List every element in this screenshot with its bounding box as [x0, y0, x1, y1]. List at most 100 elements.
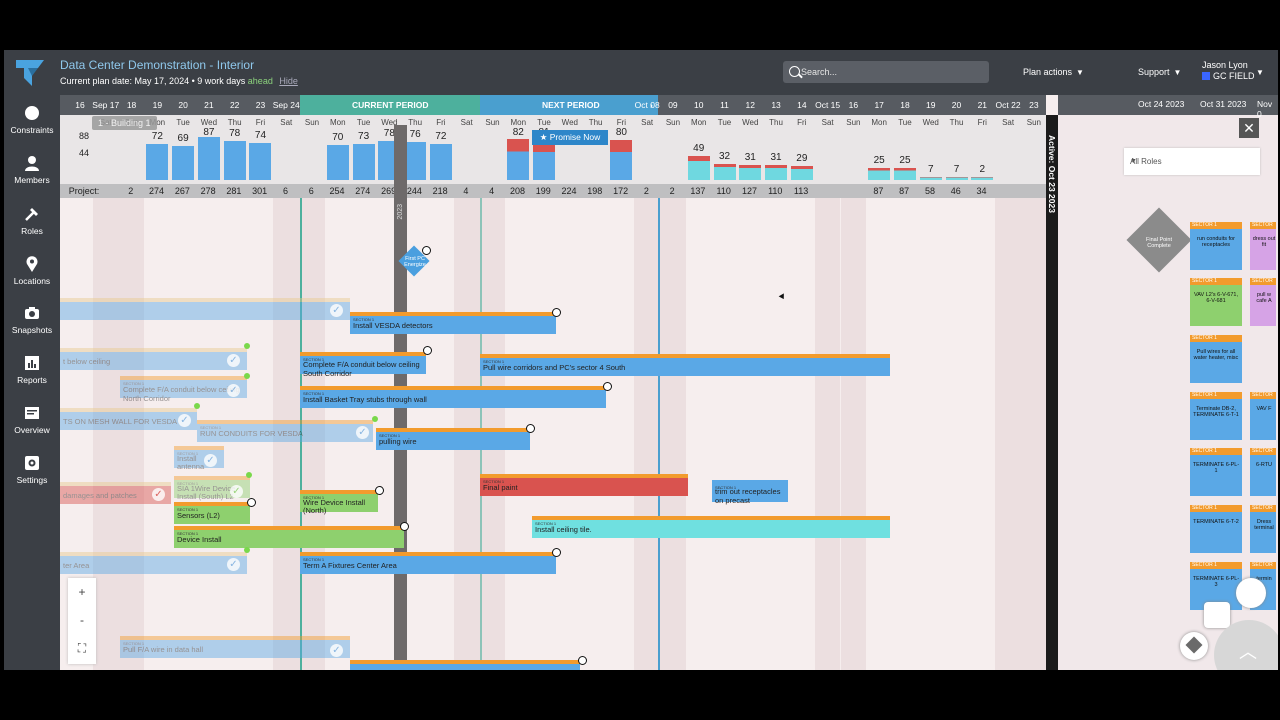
- date-label: 14: [797, 100, 807, 110]
- backlog-card[interactable]: SECTOR 1 VAV L2's 6-V-671, 6-V-681: [1190, 278, 1242, 326]
- task-bar[interactable]: SECTION 1 Sensors (L2): [174, 502, 250, 524]
- task-bar[interactable]: SECTION 1 Pull wire corridors and PC's se…: [480, 354, 890, 376]
- histogram-bar[interactable]: [739, 164, 762, 180]
- check-icon[interactable]: ✓: [178, 414, 191, 427]
- histogram-bar[interactable]: [919, 176, 942, 180]
- active-date-divider[interactable]: Active: Oct 23 2023: [1046, 115, 1058, 670]
- backlog-card[interactable]: SECTOR 1 Pull wires for all water heater,…: [1190, 335, 1242, 383]
- sidebar-item-reports[interactable]: Reports: [4, 355, 60, 385]
- task-bar[interactable]: SECTION 1 Install Basket Tray stubs throu…: [300, 386, 606, 408]
- histogram-bar[interactable]: [533, 139, 556, 180]
- histogram-bar[interactable]: [172, 145, 195, 180]
- sidebar-item-snapshots[interactable]: Snapshots: [4, 305, 60, 335]
- current-period-band[interactable]: CURRENT PERIOD: [300, 95, 480, 115]
- backlog-card[interactable]: SECTOR 1 TERMINATE 6-T-2: [1190, 505, 1242, 553]
- date-label: Oct 22: [995, 100, 1021, 110]
- sidebar-item-constraints[interactable]: Constraints: [4, 105, 60, 135]
- task-bar[interactable]: SECTION 1 Complete F/A conduit below ceil…: [300, 352, 426, 378]
- date-header: CURRENT PERIOD NEXT PERIOD › 16 Sep 17 18 1…: [60, 95, 1046, 115]
- task-bar[interactable]: TS ON MESH WALL FOR VESDA: [60, 408, 197, 430]
- task-bar[interactable]: SECTION 1 Install ceiling tile.: [532, 516, 890, 538]
- histogram-bar[interactable]: [146, 144, 169, 180]
- sidebar-item-settings[interactable]: Settings: [4, 455, 60, 485]
- task-bar[interactable]: SECTION 1 pulling wire: [376, 428, 530, 450]
- schedule-grid[interactable]: 2023 First PC Energize ✓ SECTION 1 Instal…: [60, 125, 1047, 670]
- histogram-bar[interactable]: [326, 145, 349, 180]
- location-chip[interactable]: 1 - Building 1: [92, 116, 157, 130]
- task-bar[interactable]: [350, 660, 580, 670]
- task-bar[interactable]: SECTION 1 Final paint: [480, 474, 688, 496]
- zoom-in-button[interactable]: +: [68, 578, 96, 606]
- backlog-card[interactable]: SECTOR 1 Terminate DB-2, TERMINATE 6-T-1: [1190, 392, 1242, 440]
- manpower-histogram: 88 44 Sat Sun Mon Tue Wed Thu Fri Sat Sun Mon Tue W…: [60, 115, 1071, 184]
- task-bar[interactable]: ter Area: [60, 552, 247, 574]
- histogram-bar[interactable]: [223, 141, 246, 180]
- check-icon[interactable]: ✓: [204, 454, 217, 467]
- task-bar[interactable]: SECTION 1 Wire Device Install (North): [300, 490, 378, 515]
- histogram-bar[interactable]: [197, 136, 220, 180]
- backlog-card[interactable]: SECTOR 1 TERMINATE 6-PL-1: [1190, 448, 1242, 496]
- backlog-card[interactable]: SECTOR VAV F: [1250, 392, 1276, 440]
- project-title[interactable]: Data Center Demonstration - Interior: [60, 58, 254, 72]
- fit-view-icon[interactable]: ⛶: [68, 634, 96, 662]
- add-task-button[interactable]: [1236, 578, 1266, 608]
- histogram-bar[interactable]: [249, 143, 272, 180]
- check-icon[interactable]: ✓: [152, 488, 165, 501]
- check-icon[interactable]: ✓: [230, 485, 243, 498]
- check-icon[interactable]: ✓: [227, 354, 240, 367]
- task-bar[interactable]: SECTION 1 RUN CONDUITS FOR VESDA: [197, 420, 373, 442]
- task-bar[interactable]: SECTION 1 Device Install: [174, 526, 404, 548]
- search-input[interactable]: Search...: [783, 61, 989, 83]
- histogram-bar[interactable]: [971, 177, 994, 180]
- backlog-card[interactable]: SECTOR 1 run conduits for receptacles: [1190, 222, 1242, 270]
- histogram-bar[interactable]: [893, 167, 916, 180]
- histogram-bar[interactable]: [687, 155, 710, 180]
- add-note-button[interactable]: [1204, 602, 1230, 628]
- hide-link[interactable]: Hide: [279, 76, 298, 86]
- check-icon[interactable]: ✓: [227, 384, 240, 397]
- close-icon[interactable]: ✕: [1239, 118, 1259, 138]
- sidebar-item-locations[interactable]: Locations: [4, 256, 60, 286]
- zoom-out-button[interactable]: -: [68, 606, 96, 634]
- histogram-bar[interactable]: [610, 140, 633, 180]
- histogram-bar[interactable]: [352, 143, 375, 180]
- task-bar[interactable]: SECTION 1 Term A Fixtures Center Area: [300, 552, 556, 574]
- plan-actions-menu[interactable]: Plan actions ▼: [1023, 67, 1084, 77]
- histogram-bar[interactable]: [765, 164, 788, 180]
- task-bar[interactable]: SECTION 1 Pull F/A wire in data hall: [120, 636, 350, 658]
- roles-filter-select[interactable]: All Roles ▼: [1124, 148, 1260, 175]
- check-icon[interactable]: ✓: [356, 426, 369, 439]
- task-bar[interactable]: t below ceiling: [60, 348, 247, 370]
- task-bar[interactable]: [60, 298, 350, 320]
- task-bar[interactable]: SECTION 1 Install VESDA detectors: [350, 312, 556, 334]
- chevron-down-icon[interactable]: ▼: [1256, 68, 1264, 77]
- card-header: SECTOR 1: [1190, 448, 1242, 455]
- histogram-bar[interactable]: [868, 167, 891, 180]
- histogram-bar[interactable]: [429, 144, 452, 180]
- histogram-bar[interactable]: [945, 176, 968, 180]
- histogram-bar[interactable]: [790, 165, 813, 180]
- add-milestone-button[interactable]: [1180, 632, 1208, 660]
- task-bar[interactable]: SECTION 1 trim out receptacles on precast: [712, 480, 788, 505]
- plan-date-info: Current plan date: May 17, 2024 • 9 work…: [60, 76, 298, 86]
- sidebar-item-overview[interactable]: Overview: [4, 405, 60, 435]
- sidebar-item-roles[interactable]: Roles: [4, 206, 60, 236]
- histogram-bar[interactable]: [507, 139, 530, 180]
- user-menu[interactable]: Jason Lyon GC FIELD: [1202, 60, 1255, 82]
- sidebar-item-members[interactable]: Members: [4, 155, 60, 185]
- touchplan-logo-icon[interactable]: [14, 58, 48, 88]
- check-icon[interactable]: ✓: [330, 644, 343, 657]
- check-icon[interactable]: ✓: [330, 304, 343, 317]
- backlog-card[interactable]: SECTOR 6-RTU: [1250, 448, 1276, 496]
- promise-now-button[interactable]: ★ Promise Now: [532, 130, 608, 145]
- histogram-bar[interactable]: [713, 164, 736, 180]
- backlog-card[interactable]: SECTOR pull w cafe A: [1250, 278, 1276, 326]
- task-status-dot: [552, 308, 561, 317]
- next-period-band[interactable]: NEXT PERIOD ›: [480, 95, 658, 115]
- check-icon[interactable]: ✓: [227, 558, 240, 571]
- backlog-card[interactable]: SECTOR Dress terminal: [1250, 505, 1276, 553]
- backlog-card[interactable]: SECTOR dress out fit: [1250, 222, 1276, 270]
- histogram-bar[interactable]: [404, 142, 427, 180]
- milestone-status-dot: [422, 246, 431, 255]
- support-menu[interactable]: Support ▼: [1138, 67, 1181, 77]
